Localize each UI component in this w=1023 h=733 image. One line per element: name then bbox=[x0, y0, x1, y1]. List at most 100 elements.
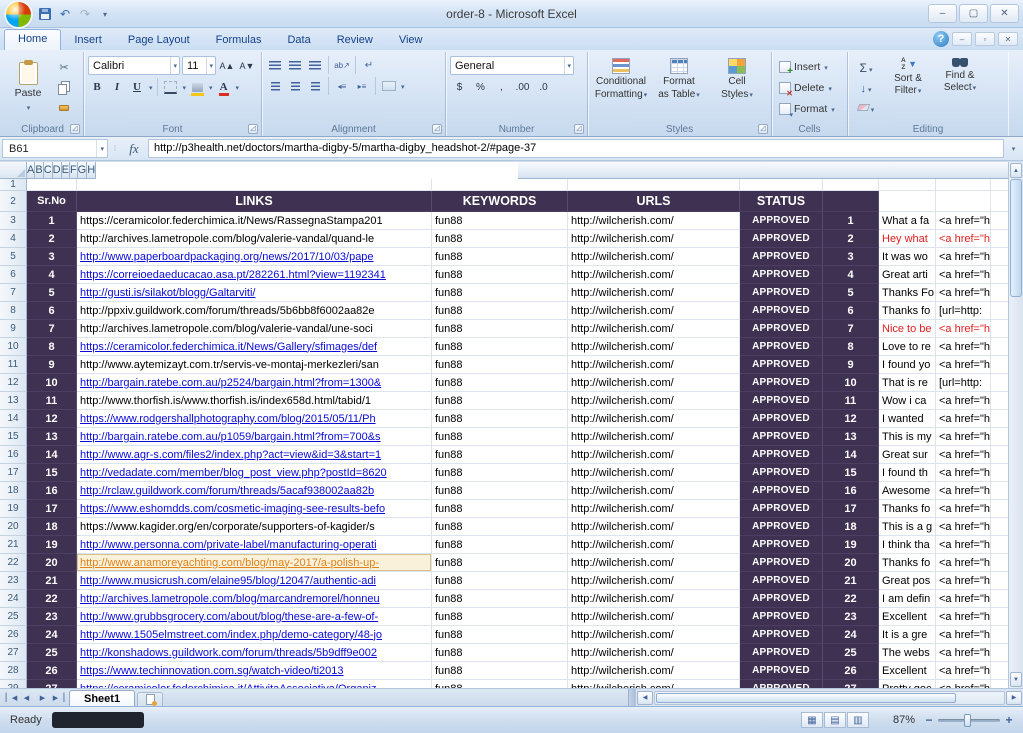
number-dialog-launcher[interactable] bbox=[574, 124, 584, 134]
header-links[interactable]: LINKS bbox=[77, 191, 432, 212]
column-header[interactable]: D bbox=[53, 162, 62, 179]
cell-srno[interactable]: 23 bbox=[27, 608, 77, 626]
chevron-down-icon[interactable] bbox=[148, 81, 153, 93]
cell-keyword[interactable]: fun88 bbox=[432, 212, 568, 230]
cell-keyword[interactable]: fun88 bbox=[432, 464, 568, 482]
close-button[interactable] bbox=[990, 4, 1019, 23]
increase-indent-button[interactable] bbox=[353, 77, 371, 95]
cell-srno-2[interactable]: 21 bbox=[823, 572, 879, 590]
cell-comment[interactable]: Great sur bbox=[879, 446, 936, 464]
last-sheet-button[interactable] bbox=[51, 691, 66, 705]
cell-url[interactable]: http://wilcherish.com/ bbox=[568, 590, 740, 608]
cell-link[interactable]: http://archives.lametropole.com/blog/val… bbox=[77, 230, 432, 248]
cell-keyword[interactable]: fun88 bbox=[432, 590, 568, 608]
cell-srno[interactable]: 19 bbox=[27, 536, 77, 554]
cell-link[interactable]: http://www.thorfish.is/www.thorfish.is/i… bbox=[77, 392, 432, 410]
row-header[interactable]: 3 bbox=[0, 212, 27, 230]
cell-status[interactable]: APPROVED bbox=[740, 518, 823, 536]
chevron-down-icon[interactable] bbox=[182, 81, 187, 93]
cell-link[interactable]: http://bargain.ratebe.com.au/p2524/barga… bbox=[77, 374, 432, 392]
editing-big-button[interactable]: Find & Select bbox=[934, 54, 986, 121]
font-size-combo[interactable]: 11 bbox=[182, 56, 216, 75]
cell-comment[interactable]: Excellent bbox=[879, 608, 936, 626]
cell-snippet[interactable]: <a href="h bbox=[936, 356, 991, 374]
cell-status[interactable]: APPROVED bbox=[740, 482, 823, 500]
cell-status[interactable]: APPROVED bbox=[740, 536, 823, 554]
cell[interactable] bbox=[568, 179, 740, 191]
align-right-button[interactable] bbox=[306, 77, 324, 95]
cell-snippet[interactable]: <a href="h bbox=[936, 212, 991, 230]
cell-status[interactable]: APPROVED bbox=[740, 554, 823, 572]
cell-keyword[interactable]: fun88 bbox=[432, 680, 568, 688]
cell-srno-2[interactable]: 24 bbox=[823, 626, 879, 644]
row-header[interactable]: 21 bbox=[0, 536, 27, 554]
row-header[interactable]: 17 bbox=[0, 464, 27, 482]
customize-qat-button[interactable] bbox=[96, 5, 114, 23]
column-header[interactable]: F bbox=[70, 162, 78, 179]
cell-srno[interactable]: 6 bbox=[27, 302, 77, 320]
row-header[interactable]: 4 bbox=[0, 230, 27, 248]
maximize-button[interactable] bbox=[959, 4, 988, 23]
column-header[interactable]: C bbox=[44, 162, 53, 179]
cell-srno-2[interactable]: 27 bbox=[823, 680, 879, 688]
number-format-button[interactable]: , bbox=[492, 78, 511, 96]
cell-link[interactable]: http://vedadate.com/member/blog_post_vie… bbox=[77, 464, 432, 482]
cell-keyword[interactable]: fun88 bbox=[432, 320, 568, 338]
first-sheet-button[interactable] bbox=[3, 691, 18, 705]
cell-status[interactable]: APPROVED bbox=[740, 680, 823, 688]
cell-comment[interactable]: What a fa bbox=[879, 212, 936, 230]
cell-keyword[interactable]: fun88 bbox=[432, 248, 568, 266]
grow-font-button[interactable] bbox=[218, 57, 236, 75]
header-keywords[interactable]: KEYWORDS bbox=[432, 191, 568, 212]
save-button[interactable] bbox=[36, 5, 54, 23]
chevron-down-icon[interactable] bbox=[400, 80, 405, 92]
cell-srno-2[interactable]: 11 bbox=[823, 392, 879, 410]
cell-srno[interactable]: 15 bbox=[27, 464, 77, 482]
cell-snippet[interactable]: <a href="h bbox=[936, 284, 991, 302]
cell-status[interactable]: APPROVED bbox=[740, 626, 823, 644]
cell-status[interactable]: APPROVED bbox=[740, 284, 823, 302]
row-header[interactable]: 1 bbox=[0, 179, 27, 191]
alignment-dialog-launcher[interactable] bbox=[432, 124, 442, 134]
column-header[interactable]: H bbox=[87, 162, 96, 179]
cell[interactable] bbox=[27, 179, 77, 191]
cells-button[interactable]: Format bbox=[776, 99, 843, 118]
cell-url[interactable]: http://wilcherish.com/ bbox=[568, 554, 740, 572]
ribbon-tab[interactable]: Review bbox=[324, 31, 386, 50]
cell-link[interactable]: http://www.aytemizayt.com.tr/servis-ve-m… bbox=[77, 356, 432, 374]
cell-keyword[interactable]: fun88 bbox=[432, 662, 568, 680]
cell-comment[interactable]: This is a g bbox=[879, 518, 936, 536]
cell-link[interactable]: http://www.personna.com/private-label/ma… bbox=[77, 536, 432, 554]
sheet-tab-sheet1[interactable]: Sheet1 bbox=[69, 690, 135, 706]
row-header[interactable]: 15 bbox=[0, 428, 27, 446]
normal-view-button[interactable] bbox=[801, 712, 823, 728]
cell-snippet[interactable]: <a href="h bbox=[936, 608, 991, 626]
cell-snippet[interactable]: <a href="h bbox=[936, 446, 991, 464]
cell-url[interactable]: http://wilcherish.com/ bbox=[568, 464, 740, 482]
paste-button[interactable]: Paste bbox=[6, 54, 50, 121]
cell-srno-2[interactable]: 4 bbox=[823, 266, 879, 284]
row-header[interactable]: 28 bbox=[0, 662, 27, 680]
row-header[interactable]: 22 bbox=[0, 554, 27, 572]
number-format-button[interactable]: .0 bbox=[534, 78, 553, 96]
cell-srno-2[interactable]: 5 bbox=[823, 284, 879, 302]
cell-keyword[interactable]: fun88 bbox=[432, 644, 568, 662]
help-icon[interactable] bbox=[933, 31, 949, 47]
cell-keyword[interactable]: fun88 bbox=[432, 554, 568, 572]
cell-snippet[interactable]: <a href="h bbox=[936, 338, 991, 356]
cell-srno-2[interactable]: 19 bbox=[823, 536, 879, 554]
cell-keyword[interactable]: fun88 bbox=[432, 302, 568, 320]
cell-snippet[interactable]: <a href="h bbox=[936, 428, 991, 446]
align-top-button[interactable] bbox=[266, 56, 284, 74]
formula-input[interactable]: http://p3health.net/doctors/martha-digby… bbox=[148, 139, 1004, 158]
cell-comment[interactable]: The webs bbox=[879, 644, 936, 662]
cell-comment[interactable]: I think tha bbox=[879, 536, 936, 554]
cell-link[interactable]: http://www.paperboardpackaging.org/news/… bbox=[77, 248, 432, 266]
header-srno[interactable]: Sr.No bbox=[27, 191, 77, 212]
cell-keyword[interactable]: fun88 bbox=[432, 572, 568, 590]
row-header[interactable]: 24 bbox=[0, 590, 27, 608]
cell-status[interactable]: APPROVED bbox=[740, 302, 823, 320]
cell-url[interactable]: http://wilcherish.com/ bbox=[568, 662, 740, 680]
bold-button[interactable]: B bbox=[88, 78, 106, 96]
select-all-corner[interactable] bbox=[0, 162, 27, 179]
